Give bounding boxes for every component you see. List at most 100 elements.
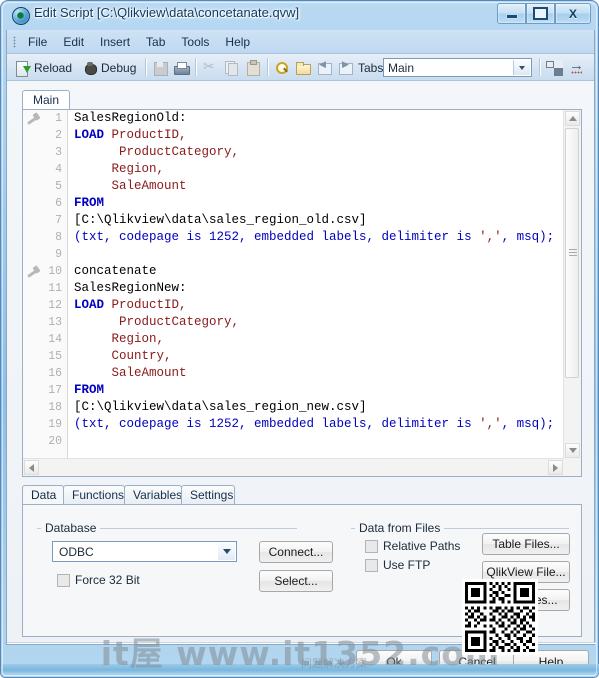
scroll-down-button[interactable] <box>565 443 580 458</box>
code-line[interactable]: Region, <box>68 331 564 348</box>
use-ftp-checkbox[interactable]: Use FTP <box>365 558 430 572</box>
close-button[interactable]: X <box>555 3 591 24</box>
checkbox-box[interactable] <box>365 558 378 572</box>
connect-button[interactable]: Connect... <box>259 541 333 563</box>
code-line[interactable]: LOAD ProductID, <box>68 297 564 314</box>
force-32-bit-label: Force 32 Bit <box>75 573 140 587</box>
code-token: Country, <box>111 349 172 363</box>
organize-tabs-button[interactable] <box>546 57 563 78</box>
code-line[interactable]: LOAD ProductID, <box>68 127 564 144</box>
scroll-left-button[interactable] <box>24 460 39 475</box>
database-driver-select[interactable]: ODBC <box>52 541 237 562</box>
debug-label: Debug <box>101 60 137 75</box>
table-files-button[interactable]: Table Files... <box>482 533 570 555</box>
close-icon: X <box>568 6 577 21</box>
scroll-right-button[interactable] <box>548 460 563 475</box>
editor-horizontal-scrollbar[interactable] <box>23 458 564 476</box>
vertical-scroll-thumb[interactable] <box>565 128 579 378</box>
line-number: 17 <box>48 384 62 397</box>
relative-paths-checkbox[interactable]: Relative Paths <box>365 539 460 553</box>
line-number: 19 <box>48 418 62 431</box>
code-line[interactable]: ProductCategory, <box>68 314 564 331</box>
scroll-up-button[interactable] <box>565 111 580 126</box>
fold-marker-icon[interactable] <box>26 112 40 126</box>
chevron-down-icon[interactable] <box>513 60 530 75</box>
menu-item-help[interactable]: Help <box>217 33 258 52</box>
code-token: LOAD <box>74 298 105 312</box>
cut-icon <box>202 58 218 76</box>
maximize-icon <box>527 4 554 23</box>
code-line[interactable] <box>68 246 564 263</box>
toolbar-separator-1 <box>145 58 147 76</box>
tabs-select[interactable]: Main <box>383 58 532 77</box>
menu-item-tools[interactable]: Tools <box>173 33 217 52</box>
select-button[interactable]: Select... <box>259 570 333 592</box>
script-tab-main[interactable]: Main <box>22 90 71 110</box>
code-token: ',' <box>479 230 502 244</box>
print-button[interactable] <box>173 57 190 78</box>
paste-button[interactable] <box>245 57 261 78</box>
maximize-button[interactable] <box>526 3 555 24</box>
copy-button[interactable] <box>223 57 239 78</box>
menu-item-insert[interactable]: Insert <box>92 33 138 52</box>
code-line[interactable]: concatenate <box>68 263 564 280</box>
line-number: 4 <box>55 163 62 176</box>
open-folder-button[interactable] <box>295 57 311 78</box>
checkbox-box[interactable] <box>365 539 378 553</box>
chevron-down-icon[interactable] <box>218 543 235 560</box>
menu-item-tab[interactable]: Tab <box>138 33 173 52</box>
code-line[interactable]: FROM <box>68 382 564 399</box>
code-line[interactable]: SalesRegionNew: <box>68 280 564 297</box>
code-line[interactable]: (txt, codepage is 1252, embedded labels,… <box>68 416 564 433</box>
bottom-tab-variables[interactable]: Variables <box>124 485 182 505</box>
window-title: Edit Script [C:\Qlikview\data\concetanat… <box>34 5 300 20</box>
code-line[interactable]: SaleAmount <box>68 365 564 382</box>
line-number: 9 <box>55 248 62 261</box>
fold-marker-icon[interactable] <box>26 265 40 279</box>
save-icon <box>152 60 168 76</box>
code-line[interactable]: Region, <box>68 161 564 178</box>
next-tab-button[interactable] <box>337 57 353 78</box>
code-line[interactable]: Country, <box>68 348 564 365</box>
menu-item-file[interactable]: File <box>20 33 55 52</box>
code-line[interactable]: [C:\Qlikview\data\sales_region_old.csv] <box>68 212 564 229</box>
reload-button[interactable]: Reload <box>15 57 72 78</box>
code-content[interactable]: SalesRegionOld: LOAD ProductID, ProductCa… <box>68 110 564 459</box>
editor-vertical-scrollbar[interactable] <box>563 110 581 459</box>
debug-icon <box>82 60 98 76</box>
code-line[interactable]: SaleAmount <box>68 178 564 195</box>
line-number: 6 <box>55 197 62 210</box>
menu-grip-handle[interactable] <box>13 36 16 48</box>
bottom-tab-settings[interactable]: Settings <box>181 485 235 505</box>
find-button[interactable] <box>274 57 290 78</box>
goto-button[interactable] <box>569 57 585 78</box>
reload-icon <box>15 60 31 77</box>
force-32-bit-checkbox[interactable]: Force 32 Bit <box>57 573 140 587</box>
bottom-tab-functions[interactable]: Functions <box>63 485 125 505</box>
checkbox-box[interactable] <box>57 573 70 587</box>
code-line[interactable]: SalesRegionOld: <box>68 110 564 127</box>
code-line[interactable]: FROM <box>68 195 564 212</box>
menu-item-edit[interactable]: Edit <box>55 33 92 52</box>
code-line[interactable] <box>68 433 564 450</box>
open-folder-icon <box>295 60 311 76</box>
previous-tab-button[interactable] <box>316 57 332 78</box>
minimize-button[interactable] <box>497 3 526 24</box>
code-line[interactable]: ProductCategory, <box>68 144 564 161</box>
line-number: 2 <box>55 129 62 142</box>
debug-button[interactable]: Debug <box>82 57 136 78</box>
fold-gutter[interactable] <box>23 110 44 476</box>
code-line[interactable]: [C:\Qlikview\data\sales_region_new.csv] <box>68 399 564 416</box>
script-editor[interactable]: 1 2 3 4 5 6 7 8 9 10 11 12 13 14 15 16 17 18 19 20 SalesReg… <box>22 109 582 477</box>
line-number: 15 <box>48 350 62 363</box>
code-line[interactable]: (txt, codepage is 1252, embedded labels,… <box>68 229 564 246</box>
cut-button[interactable] <box>202 57 218 78</box>
toolbar: Reload Debug ✂ ◀ ▶ Tabs Main → <box>7 54 594 81</box>
bottom-tab-data[interactable]: Data <box>22 485 64 505</box>
line-number-gutter: 1 2 3 4 5 6 7 8 9 10 11 12 13 14 15 16 17 18 19 20 <box>43 110 68 476</box>
save-button[interactable] <box>152 57 168 78</box>
